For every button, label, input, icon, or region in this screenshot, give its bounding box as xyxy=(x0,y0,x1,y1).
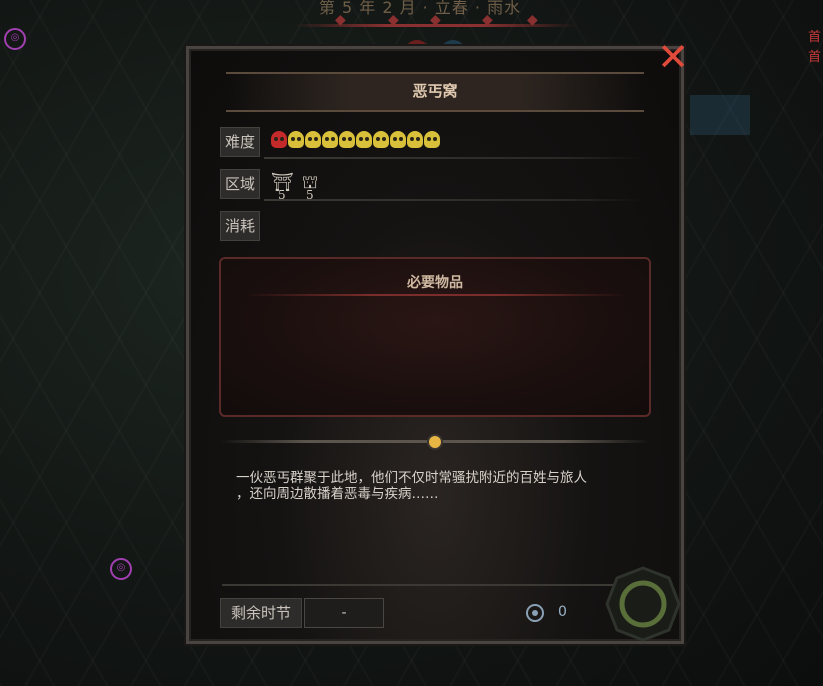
skull-icon xyxy=(305,131,321,148)
confirm-ring-button[interactable] xyxy=(605,566,681,642)
close-button[interactable]: ✕ xyxy=(656,38,690,76)
cost-label: 消耗 xyxy=(220,211,260,241)
description-line: ，还向周边散播着恶毒与疾病…… xyxy=(236,486,439,502)
map-location-marker[interactable]: ◎ xyxy=(110,558,132,580)
difficulty-label: 难度 xyxy=(220,127,260,157)
difficulty-rating xyxy=(271,131,440,151)
banner-tick-icon: ◆ xyxy=(430,12,441,28)
skull-icon xyxy=(356,131,372,148)
skull-icon xyxy=(407,131,423,148)
required-items-rule xyxy=(244,294,626,296)
close-icon: ✕ xyxy=(657,35,689,79)
location-description: 一伙恶丐群聚于此地，他们不仅时常骚扰附近的百姓与旅人 ，还向周边散播着恶毒与疾病… xyxy=(236,470,636,502)
skull-icon xyxy=(271,131,287,148)
edge-label: 首 xyxy=(807,50,821,65)
row-divider xyxy=(264,157,642,159)
banner-tick-icon: ◆ xyxy=(527,12,538,28)
skull-icon xyxy=(288,131,304,148)
skull-icon xyxy=(390,131,406,148)
description-line: 一伙恶丐群聚于此地，他们不仅时常骚扰附近的百姓与旅人 xyxy=(236,470,587,486)
edge-label: 首 xyxy=(807,30,821,45)
skull-icon xyxy=(339,131,355,148)
divider-knob-icon xyxy=(427,434,443,450)
required-items-title: 必要物品 xyxy=(407,275,463,291)
map-location-marker[interactable]: ◎ xyxy=(4,28,26,50)
banner-tick-icon: ◆ xyxy=(388,12,399,28)
row-divider xyxy=(264,199,642,201)
currency-amount: 0 xyxy=(558,604,567,620)
spirit-coin-icon xyxy=(526,604,544,622)
skull-icon xyxy=(424,131,440,148)
dialog-title: 恶丐窝 xyxy=(412,82,458,100)
banner-tick-icon: ◆ xyxy=(335,12,346,28)
remaining-season-label: 剩余时节 xyxy=(220,598,302,628)
footer-divider xyxy=(222,584,618,586)
banner-tick-icon: ◆ xyxy=(482,12,493,28)
region-label: 区域 xyxy=(220,169,260,199)
remaining-season-value: - xyxy=(304,598,384,628)
skull-icon xyxy=(322,131,338,148)
map-water-tile xyxy=(690,95,750,135)
skull-icon xyxy=(373,131,389,148)
